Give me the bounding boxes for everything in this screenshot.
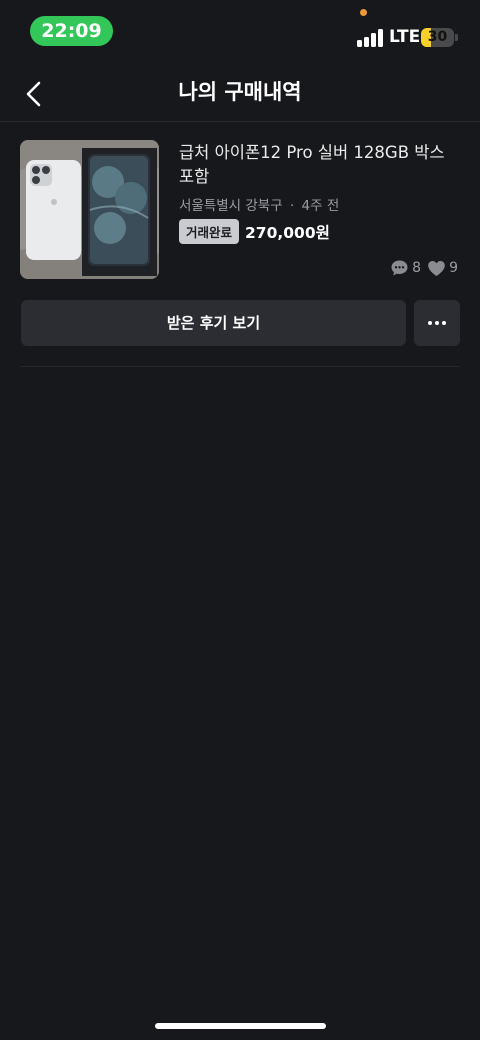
item-title[interactable]: 급처 아이폰12 Pro 실버 128GB 박스 포함 xyxy=(179,141,464,189)
battery-percentage: 30 xyxy=(427,29,448,45)
item-meta: 서울특별시 강북구 · 4주 전 xyxy=(179,194,464,214)
item-info: 급처 아이폰12 Pro 실버 128GB 박스 포함 서울특별시 강북구 · … xyxy=(179,140,464,244)
item-price: 270,000원 xyxy=(245,223,330,242)
item-location: 서울특별시 강북구 xyxy=(179,198,283,214)
purchase-history-screen: 22:09 LTE 30 나의 구매내역 급처 아이폰12 Pro 실버 128… xyxy=(0,0,480,1040)
battery-icon: 30 xyxy=(421,28,454,47)
item-photo-image xyxy=(20,140,159,279)
battery-tip xyxy=(455,34,458,41)
network-type: LTE xyxy=(389,27,421,47)
meta-separator: · xyxy=(289,198,295,214)
like-count: 9 xyxy=(449,260,458,276)
item-time-ago: 4주 전 xyxy=(301,198,340,214)
privacy-indicator-dot xyxy=(360,9,367,16)
section-divider xyxy=(20,366,460,367)
status-time: 22:09 xyxy=(30,16,113,46)
price-row: 거래완료 270,000원 xyxy=(179,219,464,244)
item-counters: 8 9 xyxy=(384,259,458,277)
top-navigation-bar: 나의 구매내역 xyxy=(0,60,480,122)
purchase-item-card[interactable]: 급처 아이폰12 Pro 실버 128GB 박스 포함 서울특별시 강북구 · … xyxy=(20,140,460,280)
chat-counter: 8 xyxy=(390,259,421,277)
home-indicator[interactable] xyxy=(155,1023,326,1029)
like-counter: 9 xyxy=(427,260,458,277)
chat-bubble-icon xyxy=(391,260,408,276)
heart-icon xyxy=(428,260,445,276)
status-badge: 거래완료 xyxy=(179,219,240,244)
item-thumbnail[interactable] xyxy=(20,140,159,279)
view-received-review-button[interactable]: 받은 후기 보기 xyxy=(21,300,406,346)
chat-count: 8 xyxy=(412,260,422,276)
ellipsis-icon xyxy=(428,321,446,325)
status-bar: 22:09 LTE 30 xyxy=(0,0,480,60)
more-options-button[interactable] xyxy=(414,300,460,346)
cellular-signal-icon xyxy=(357,29,383,47)
page-title: 나의 구매내역 xyxy=(178,80,302,104)
